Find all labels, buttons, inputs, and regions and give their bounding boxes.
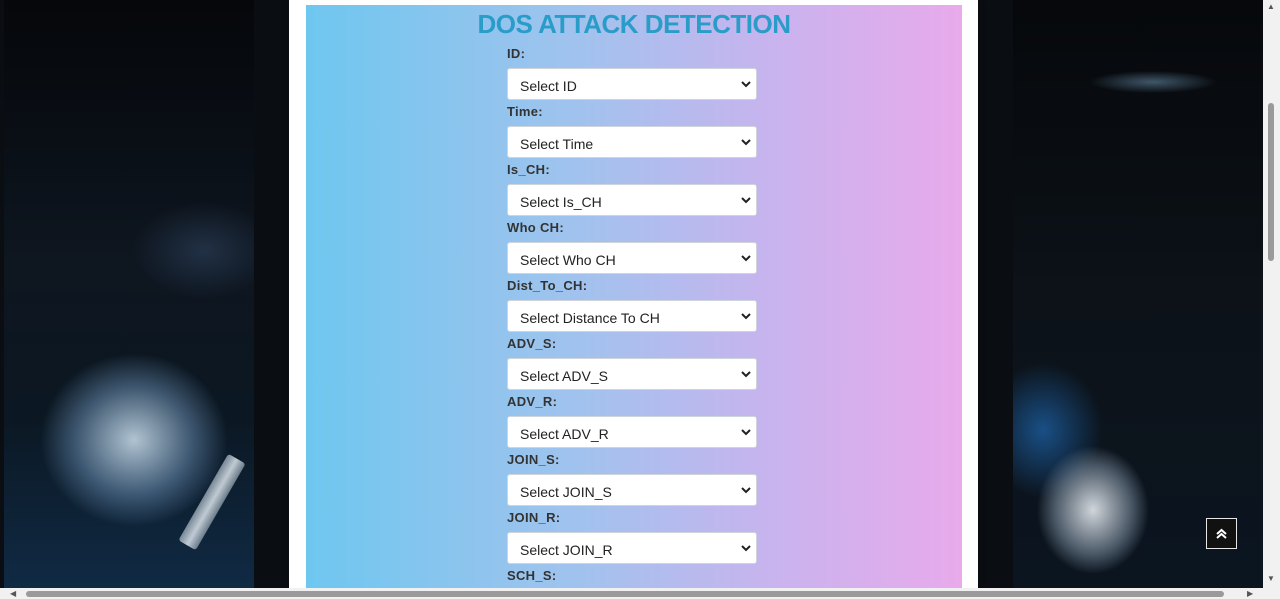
field-adv-r: ADV_R: Select ADV_R: [506, 394, 759, 452]
field-label: Dist_To_CH:: [507, 278, 588, 293]
join-s-select[interactable]: Select JOIN_S: [507, 474, 757, 506]
field-label: Who CH:: [507, 220, 564, 235]
select-value: Select JOIN_S: [520, 484, 612, 500]
field-label: ADV_S:: [507, 336, 557, 351]
chevron-down-icon: [741, 255, 751, 262]
field-label: Time:: [507, 104, 543, 119]
chevron-down-icon: [741, 313, 751, 320]
horizontal-scroll-thumb[interactable]: [26, 591, 1224, 597]
field-dist-to-ch: Dist_To_CH: Select Distance To CH: [506, 278, 759, 336]
select-value: Select Is_CH: [520, 194, 602, 210]
chevron-down-icon: [741, 197, 751, 204]
field-label: SCH_S:: [507, 568, 557, 583]
detection-form: ID: Select ID Time: Select Time Is_CH: S…: [506, 46, 759, 588]
select-value: Select ADV_S: [520, 368, 608, 384]
field-who-ch: Who CH: Select Who CH: [506, 220, 759, 278]
field-adv-s: ADV_S: Select ADV_S: [506, 336, 759, 394]
field-id: ID: Select ID: [506, 46, 759, 104]
scroll-down-arrow-icon[interactable]: ▼: [1267, 574, 1275, 583]
field-join-s: JOIN_S: Select JOIN_S: [506, 452, 759, 510]
select-value: Select Who CH: [520, 252, 616, 268]
field-label: ADV_R:: [507, 394, 558, 409]
id-select[interactable]: Select ID: [507, 68, 757, 100]
dist-to-ch-select[interactable]: Select Distance To CH: [507, 300, 757, 332]
background-image-left: [4, 0, 254, 588]
scroll-left-arrow-icon[interactable]: ◀: [10, 589, 16, 598]
field-label: JOIN_S:: [507, 452, 560, 467]
chevron-down-icon: [741, 81, 751, 88]
form-panel: DOS ATTACK DETECTION ID: Select ID Time:…: [306, 5, 962, 588]
adv-r-select[interactable]: Select ADV_R: [507, 416, 757, 448]
adv-s-select[interactable]: Select ADV_S: [507, 358, 757, 390]
field-time: Time: Select Time: [506, 104, 759, 162]
back-to-top-button[interactable]: [1206, 518, 1237, 549]
field-sch-s: SCH_S:: [506, 568, 759, 588]
select-value: Select Time: [520, 136, 594, 152]
chevron-down-icon: [741, 545, 751, 552]
select-value: Select JOIN_R: [520, 542, 613, 558]
field-label: Is_CH:: [507, 162, 550, 177]
chevron-down-icon: [741, 487, 751, 494]
vertical-scroll-thumb[interactable]: [1268, 103, 1274, 261]
select-value: Select Distance To CH: [520, 310, 660, 326]
page-title: DOS ATTACK DETECTION: [477, 9, 791, 39]
field-is-ch: Is_CH: Select Is_CH: [506, 162, 759, 220]
chevron-down-icon: [741, 429, 751, 436]
scroll-up-arrow-icon[interactable]: ▲: [1267, 2, 1275, 11]
chevron-down-icon: [741, 139, 751, 146]
field-join-r: JOIN_R: Select JOIN_R: [506, 510, 759, 568]
background-image-right: [1013, 0, 1263, 588]
field-label: JOIN_R:: [507, 510, 561, 525]
scroll-right-arrow-icon[interactable]: ▶: [1247, 589, 1253, 598]
double-chevron-up-icon: [1216, 528, 1227, 539]
field-label: ID:: [507, 46, 526, 61]
vertical-scrollbar[interactable]: ▲ ▼: [1263, 0, 1280, 588]
select-value: Select ID: [520, 78, 577, 94]
who-ch-select[interactable]: Select Who CH: [507, 242, 757, 274]
join-r-select[interactable]: Select JOIN_R: [507, 532, 757, 564]
select-value: Select ADV_R: [520, 426, 609, 442]
is-ch-select[interactable]: Select Is_CH: [507, 184, 757, 216]
horizontal-scrollbar[interactable]: ◀ ▶: [0, 588, 1280, 599]
chevron-down-icon: [741, 371, 751, 378]
background-decor: [178, 453, 246, 551]
time-select[interactable]: Select Time: [507, 126, 757, 158]
